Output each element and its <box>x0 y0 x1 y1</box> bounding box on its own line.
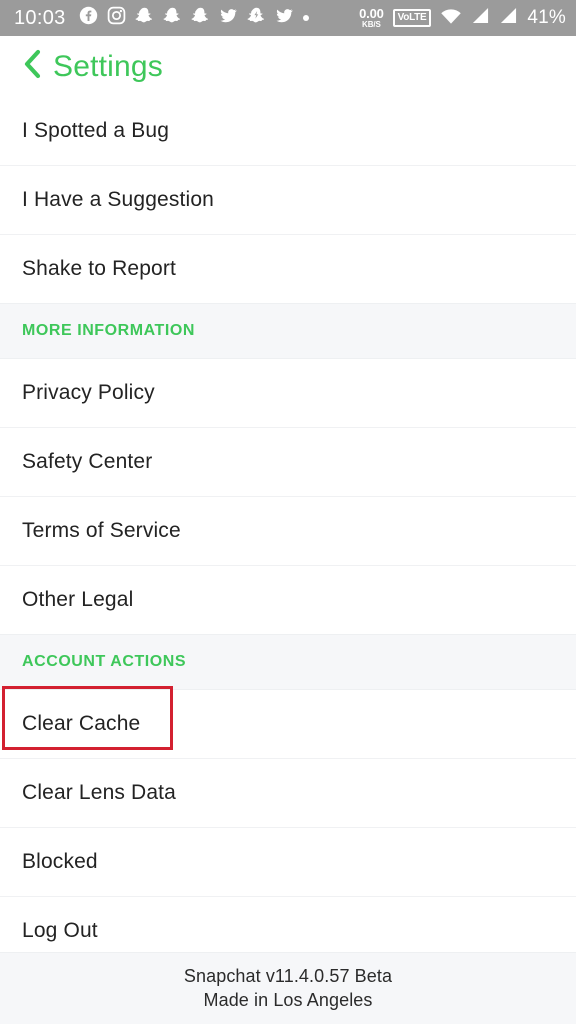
snapchat-icon <box>163 6 182 30</box>
list-item-terms-of-service[interactable]: Terms of Service <box>0 497 576 565</box>
snapchat-icon <box>135 6 154 30</box>
signal-icon <box>499 7 518 29</box>
list-item-label: Terms of Service <box>22 519 181 542</box>
app-version-footer: Snapchat v11.4.0.57 Beta Made in Los Ang… <box>0 952 576 1024</box>
section-header-label: MORE INFORMATION <box>22 322 195 339</box>
chevron-left-icon <box>21 49 43 84</box>
page-title: Settings <box>53 49 163 83</box>
data-rate-value: 0.00 <box>359 6 384 21</box>
list-item-i-spotted-a-bug[interactable]: I Spotted a Bug <box>0 97 576 165</box>
status-bar-time: 10:03 <box>14 7 66 29</box>
status-bar-notification-icons <box>79 6 309 30</box>
volte-badge: VoLTE <box>392 9 432 27</box>
signal-icon <box>471 7 490 29</box>
section-header-more-information: MORE INFORMATION <box>0 303 576 359</box>
twitter-icon <box>219 6 238 30</box>
status-bar-system-icons: 0.00 KB/S VoLTE 41% <box>359 7 566 30</box>
list-item-blocked[interactable]: Blocked <box>0 828 576 896</box>
snapchat-icon <box>191 6 210 30</box>
list-item-label: Safety Center <box>22 450 153 473</box>
list-item-clear-cache[interactable]: Clear Cache <box>0 690 576 758</box>
wifi-icon <box>440 7 462 30</box>
section-header-label: ACCOUNT ACTIONS <box>22 653 187 670</box>
list-item-label: Shake to Report <box>22 257 177 280</box>
facebook-icon <box>79 6 98 30</box>
list-item-other-legal[interactable]: Other Legal <box>0 566 576 634</box>
dot-indicator-icon <box>302 15 309 21</box>
battery-percentage: 41% <box>527 7 566 28</box>
status-bar: 10:03 0.00 KB/S VoLTE 41% <box>0 0 576 36</box>
page-header: Settings <box>0 36 576 97</box>
snapchat-bolt-icon <box>247 6 266 30</box>
list-item-label: Clear Cache <box>22 712 141 735</box>
app-version-text: Snapchat v11.4.0.57 Beta <box>183 966 393 986</box>
instagram-icon <box>107 6 126 30</box>
list-item-label: I Have a Suggestion <box>22 188 214 211</box>
list-item-label: Other Legal <box>22 588 134 611</box>
list-item-i-have-a-suggestion[interactable]: I Have a Suggestion <box>0 166 576 234</box>
section-header-account-actions: ACCOUNT ACTIONS <box>0 634 576 690</box>
data-rate-unit: KB/S <box>362 20 381 29</box>
list-item-label: Log Out <box>22 919 98 942</box>
twitter-icon <box>275 6 294 30</box>
list-item-label: Privacy Policy <box>22 381 155 404</box>
list-item-label: Blocked <box>22 850 98 873</box>
data-rate-indicator: 0.00 KB/S <box>359 7 384 29</box>
list-item-label: Clear Lens Data <box>22 781 176 804</box>
list-item-safety-center[interactable]: Safety Center <box>0 428 576 496</box>
settings-list: I Spotted a Bug I Have a Suggestion Shak… <box>0 97 576 965</box>
back-button[interactable] <box>15 49 49 84</box>
list-item-clear-lens-data[interactable]: Clear Lens Data <box>0 759 576 827</box>
app-origin-text: Made in Los Angeles <box>203 990 373 1010</box>
list-item-label: I Spotted a Bug <box>22 119 170 142</box>
app-screen: 10:03 0.00 KB/S VoLTE 41% Settings I Spo… <box>0 0 576 1024</box>
list-item-privacy-policy[interactable]: Privacy Policy <box>0 359 576 427</box>
list-item-shake-to-report[interactable]: Shake to Report <box>0 235 576 303</box>
